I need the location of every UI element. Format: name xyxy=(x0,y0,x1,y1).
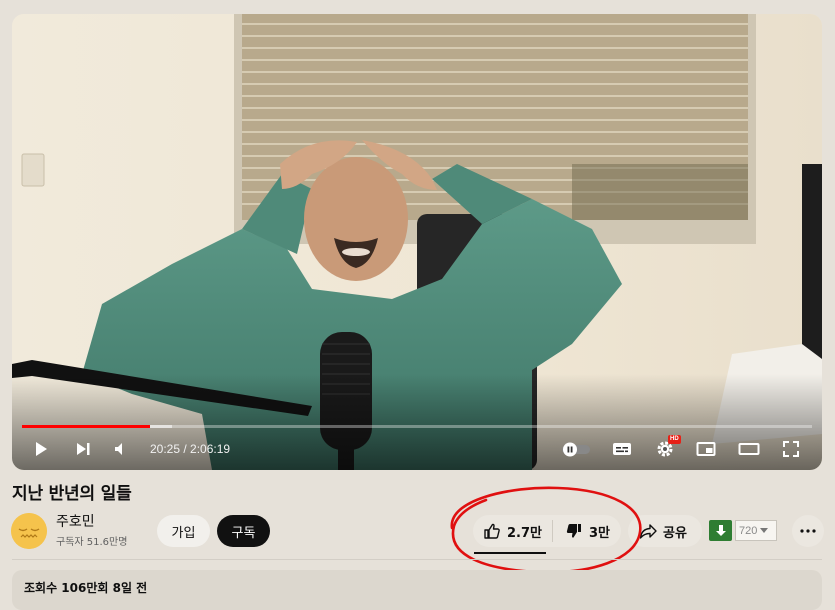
play-button[interactable] xyxy=(30,434,52,464)
dislike-button[interactable]: 3만 xyxy=(553,515,621,547)
like-button[interactable]: 2.7만 xyxy=(473,515,552,547)
hd-badge: HD xyxy=(668,435,681,444)
separator xyxy=(12,559,822,560)
subtitles-button[interactable] xyxy=(610,434,634,464)
autoplay-toggle[interactable] xyxy=(560,434,592,464)
autoplay-toggle-icon xyxy=(562,442,590,457)
like-active-underline xyxy=(474,552,546,554)
more-actions-button[interactable] xyxy=(792,515,824,547)
play-icon xyxy=(36,442,47,456)
share-button[interactable]: 공유 xyxy=(628,515,702,547)
volume-icon xyxy=(115,443,122,455)
miniplayer-button[interactable] xyxy=(694,434,718,464)
fullscreen-button[interactable] xyxy=(780,434,802,464)
theater-mode-icon xyxy=(738,443,760,455)
subscriber-count: 구독자 51.6만명 xyxy=(56,537,128,548)
join-button[interactable]: 가입 xyxy=(157,515,210,547)
channel-name[interactable]: 주호민 xyxy=(56,511,95,531)
view-count-date: 조회수 106만회 8일 전 xyxy=(24,581,148,595)
time-display: 20:25 / 2:06:19 xyxy=(150,442,231,456)
theater-mode-button[interactable] xyxy=(736,434,762,464)
video-player[interactable]: 20:25 / 2:06:19 HD xyxy=(12,14,822,470)
description-box[interactable]: 조회수 106만회 8일 전 xyxy=(12,570,822,610)
share-label: 공유 xyxy=(663,525,687,541)
next-icon xyxy=(77,443,90,455)
subscribe-button[interactable]: 구독 xyxy=(217,515,270,547)
like-dislike-group: 2.7만 3만 xyxy=(473,515,621,547)
more-horizontal-icon xyxy=(800,529,816,533)
thumbs-down-icon xyxy=(566,524,581,538)
download-quality-select[interactable]: 720 xyxy=(735,520,777,541)
chevron-down-icon xyxy=(760,528,769,533)
video-title: 지난 반년의 일들 xyxy=(12,484,132,504)
download-button[interactable] xyxy=(709,520,732,541)
download-arrow-icon xyxy=(715,525,726,536)
avatar-face-icon xyxy=(11,513,47,549)
progress-played xyxy=(22,425,150,428)
progress-bar[interactable] xyxy=(22,425,812,428)
quality-value: 720 xyxy=(739,524,758,537)
dislike-count: 3만 xyxy=(589,525,611,541)
video-frame[interactable] xyxy=(12,14,822,470)
fullscreen-icon xyxy=(783,441,799,457)
thumbs-up-icon xyxy=(484,523,500,539)
subtitles-icon xyxy=(613,443,631,455)
miniplayer-icon xyxy=(696,442,716,456)
share-icon xyxy=(639,524,657,539)
like-count: 2.7만 xyxy=(507,525,542,541)
next-button[interactable] xyxy=(72,434,94,464)
channel-avatar[interactable] xyxy=(11,513,47,549)
volume-button[interactable] xyxy=(110,434,132,464)
